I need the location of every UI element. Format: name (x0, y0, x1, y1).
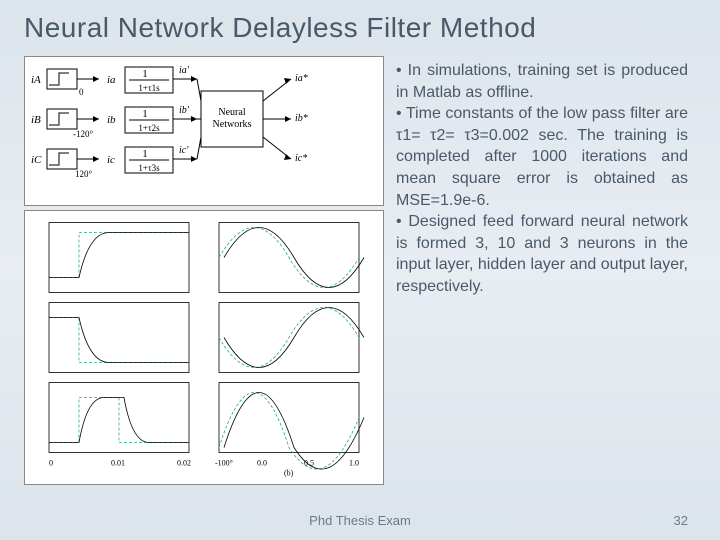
svg-text:1: 1 (142, 148, 148, 160)
svg-text:0.02: 0.02 (177, 459, 191, 468)
svg-text:iA: iA (31, 74, 41, 86)
svg-text:ia*: ia* (295, 73, 308, 84)
page-number: 32 (674, 513, 688, 528)
slide-footer: Phd Thesis Exam 32 (0, 513, 720, 528)
svg-text:1: 1 (142, 68, 148, 80)
svg-text:iC: iC (31, 154, 42, 166)
svg-text:ib': ib' (179, 105, 190, 116)
slide-title: Neural Network Delayless Filter Method (24, 12, 696, 44)
svg-text:0.01: 0.01 (111, 459, 125, 468)
svg-text:ia: ia (107, 74, 116, 86)
svg-text:ic*: ic* (295, 153, 307, 164)
figures-column: iA 0 ia 1 1+τ1s ia' (24, 56, 384, 476)
svg-text:1+τ3s: 1+τ3s (138, 163, 160, 173)
svg-text:(b): (b) (284, 469, 294, 478)
block-diagram: iA 0 ia 1 1+τ1s ia' (24, 56, 384, 206)
svg-text:ib*: ib* (295, 113, 308, 124)
bullet-1: • In simulations, training set is produc… (396, 60, 688, 103)
svg-text:-120°: -120° (73, 129, 93, 139)
svg-text:0: 0 (49, 459, 53, 468)
svg-text:-100°: -100° (215, 459, 233, 468)
svg-text:ib: ib (107, 114, 116, 126)
svg-text:0.0: 0.0 (257, 459, 267, 468)
svg-text:1: 1 (142, 108, 148, 120)
footer-title: Phd Thesis Exam (309, 513, 411, 528)
bullet-3: • Designed feed forward neural network i… (396, 211, 688, 297)
svg-text:ic: ic (107, 154, 115, 166)
waveform-grid: 0 0.01 0.02 -100° 0.0 0.5 1.0 (b) (24, 210, 384, 485)
svg-text:1+τ2s: 1+τ2s (138, 123, 160, 133)
svg-text:ic': ic' (179, 145, 189, 156)
svg-text:ia': ia' (179, 65, 190, 76)
content-area: iA 0 ia 1 1+τ1s ia' (24, 56, 696, 476)
svg-text:120°: 120° (75, 169, 93, 179)
text-column: • In simulations, training set is produc… (396, 56, 696, 476)
svg-text:Neural: Neural (218, 107, 245, 118)
svg-text:0: 0 (79, 87, 84, 97)
svg-text:1+τ1s: 1+τ1s (138, 83, 160, 93)
svg-text:iB: iB (31, 114, 41, 126)
svg-text:1.0: 1.0 (349, 459, 359, 468)
bullet-2: • Time constants of the low pass filter … (396, 103, 688, 211)
svg-text:Networks: Networks (213, 119, 252, 130)
svg-text:0.5: 0.5 (304, 459, 314, 468)
